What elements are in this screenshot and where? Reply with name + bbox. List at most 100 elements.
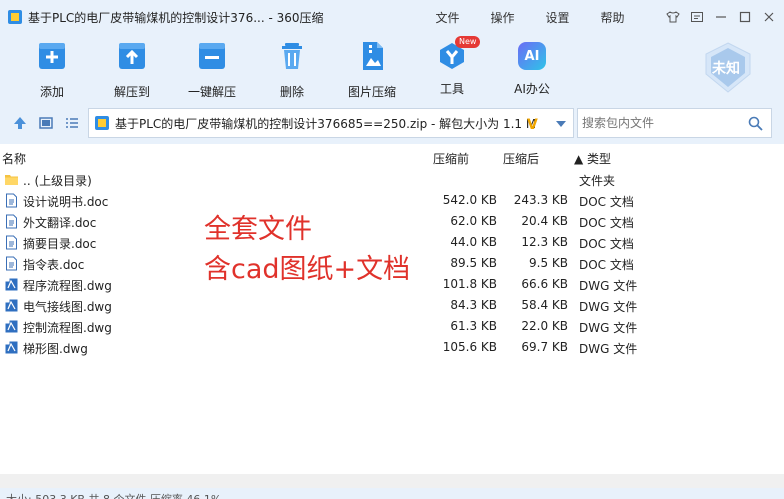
image-compress-icon [363,42,383,70]
column-name[interactable]: 名称 [2,150,26,167]
menu-bar: 文件 操作 设置 帮助 [420,0,640,34]
dwg-file-icon [5,299,18,312]
menu-help[interactable]: 帮助 [585,9,640,26]
file-type: DOC 文档 [579,258,634,272]
toolbar: 添加 解压到 一键解压 删除 图片压缩 New 工具 AI AI办公 [0,34,784,102]
window-controls [660,0,780,34]
tools-label: 工具 [439,82,464,96]
horizontal-scrollbar[interactable] [0,474,784,488]
doc-file-icon [6,235,17,250]
up-level-icon[interactable] [12,115,28,131]
extract-to-icon [119,43,145,69]
ai-office-icon: AI [518,42,546,70]
delete-button[interactable]: 删除 [262,40,322,100]
delete-icon [282,43,302,69]
promo-line-1: 全套文件 [204,214,312,245]
security-status-badge[interactable]: 未知 [700,40,756,96]
one-click-extract-label: 一键解压 [187,85,236,99]
file-name: 设计说明书.doc [23,195,109,209]
file-name: 指令表.doc [23,258,85,272]
file-packed-size: 62.0 KB [450,214,497,228]
column-unpacked[interactable]: 压缩后 [503,150,539,167]
chevron-down-icon[interactable] [555,119,567,129]
dwg-file-icon [5,320,18,333]
file-type: DOC 文档 [579,216,634,230]
dwg-file-icon [5,278,18,291]
search-input[interactable] [578,109,738,137]
unknown-badge-text: 未知 [712,61,740,77]
folder-icon [5,175,18,185]
close-icon [764,12,774,22]
column-type[interactable]: ▲ 类型 [574,150,611,167]
file-row[interactable]: 设计说明书.doc 542.0 KB 243.3 KB DOC 文档 [0,190,784,211]
file-unpacked-size: 9.5 KB [529,256,568,270]
promo-overlay: 全套文件 含cad图纸+文档 [204,210,410,290]
window-title: 基于PLC的电厂皮带输煤机的控制设计376... - 360压缩 [28,10,324,25]
close-button[interactable] [758,6,780,28]
ai-office-button[interactable]: AI AI办公 [502,40,562,97]
archive-path-field[interactable]: 基于PLC的电厂皮带输煤机的控制设计376685==250.zip - 解包大小… [88,108,574,138]
dwg-file-icon [5,341,18,354]
path-trail-mark: V [527,117,538,133]
app-logo-icon [8,10,22,24]
doc-file-icon [6,214,17,229]
file-packed-size: 105.6 KB [442,340,497,354]
file-row[interactable]: .. (上级目录) 文件夹 [0,169,784,190]
ai-glyph: AI [524,48,540,64]
file-row[interactable]: 梯形图.dwg 105.6 KB 69.7 KB DWG 文件 [0,337,784,358]
message-icon [691,12,703,22]
file-type: DWG 文件 [579,342,638,356]
maximize-button[interactable] [734,6,756,28]
file-packed-size: 84.3 KB [450,298,497,312]
feedback-button[interactable] [686,6,708,28]
archive-path: 基于PLC的电厂皮带输煤机的控制设计376685==250.zip - 解包大小… [115,116,535,131]
skin-button[interactable] [662,6,684,28]
status-bar: 大小: 503.3 KB 共 8 个文件 压缩率 46.1% [0,488,784,499]
minimize-button[interactable] [710,6,732,28]
file-type: DOC 文档 [579,195,634,209]
extract-to-label: 解压到 [113,85,150,99]
file-packed-size: 89.5 KB [450,256,497,270]
file-name: 控制流程图.dwg [23,321,112,335]
list-view-icon[interactable] [64,115,80,131]
file-type: DWG 文件 [579,279,638,293]
file-name: 程序流程图.dwg [23,279,112,293]
file-unpacked-size: 58.4 KB [521,298,568,312]
thumbnail-view-icon[interactable] [38,115,54,131]
doc-file-icon [6,193,17,208]
search-icon[interactable] [748,116,763,131]
promo-line-2: 含cad图纸+文档 [204,254,411,285]
file-name: 外文翻译.doc [23,216,97,230]
file-type: 文件夹 [579,174,616,188]
minimize-icon [716,16,726,18]
menu-file[interactable]: 文件 [420,9,475,26]
menu-operate[interactable]: 操作 [475,9,530,26]
add-icon [39,43,65,69]
one-click-extract-icon [199,43,225,69]
tools-icon-wrap: New [435,36,481,72]
extract-to-button[interactable]: 解压到 [102,40,162,100]
file-unpacked-size: 243.3 KB [513,193,568,207]
file-name: .. (上级目录) [23,174,92,188]
file-row[interactable]: 控制流程图.dwg 61.3 KB 22.0 KB DWG 文件 [0,316,784,337]
one-click-extract-button[interactable]: 一键解压 [182,40,242,100]
file-row[interactable]: 电气接线图.dwg 84.3 KB 58.4 KB DWG 文件 [0,295,784,316]
image-compress-label: 图片压缩 [347,85,396,99]
file-packed-size: 101.8 KB [442,277,497,291]
zip-file-icon [95,116,109,130]
file-packed-size: 44.0 KB [450,235,497,249]
shirt-icon [666,11,680,23]
ai-office-label: AI办公 [514,82,550,96]
delete-label: 删除 [279,85,304,99]
list-header: 名称 压缩前 压缩后 ▲ 类型 [0,146,784,168]
menu-settings[interactable]: 设置 [530,9,585,26]
add-button[interactable]: 添加 [22,40,82,100]
image-compress-button[interactable]: 图片压缩 [342,40,402,100]
new-badge: New [455,36,481,48]
add-label: 添加 [39,85,64,99]
tools-button[interactable]: New 工具 [422,36,482,97]
doc-file-icon [6,256,17,271]
search-box [577,108,772,138]
column-packed[interactable]: 压缩前 [433,150,469,167]
file-packed-size: 542.0 KB [442,193,497,207]
